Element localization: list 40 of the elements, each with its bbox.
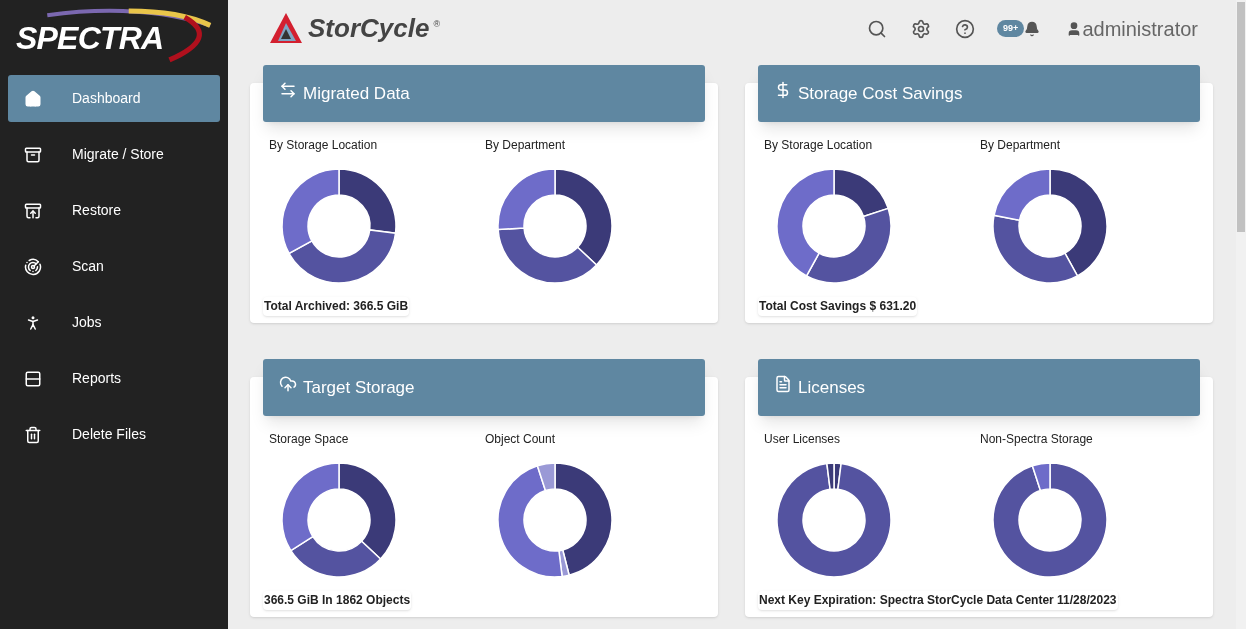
card-title: Migrated Data [303, 82, 410, 105]
settings-icon[interactable] [911, 18, 932, 39]
help-icon[interactable] [955, 18, 976, 39]
nav-item[interactable]: Dashboard [8, 75, 220, 122]
notification-badge: 99+ [997, 19, 1025, 38]
chart-label: By Department [485, 137, 567, 154]
nav-item[interactable]: Delete Files [8, 411, 220, 458]
chart-label: Non-Spectra Storage [980, 431, 1094, 448]
product-logo: StorCycle$^{®}$ [268, 9, 441, 48]
chart-label: By Department [980, 137, 1062, 154]
nav-item[interactable]: Restore [8, 187, 220, 234]
card-summary: Total Archived: 366.5 GiB [263, 297, 410, 316]
chart-label: By Storage Location [269, 137, 379, 154]
user-name[interactable]: administrator [1082, 13, 1198, 44]
document-icon [774, 374, 792, 393]
chart-label: Storage Space [269, 431, 350, 448]
cloud-upload-icon [279, 374, 297, 393]
arrows-icon [279, 80, 297, 99]
card-summary: Total Cost Savings $ 631.20 [758, 297, 918, 316]
archive-icon [24, 145, 42, 164]
nav-item[interactable]: Migrate / Store [8, 131, 220, 178]
card-title: Storage Cost Savings [798, 82, 963, 105]
chart-label: Object Count [485, 431, 557, 448]
rows-icon [24, 369, 42, 388]
card-summary: 366.5 GiB In 1862 Objects [263, 591, 412, 610]
bell-icon[interactable] [1024, 20, 1041, 37]
card-summary: Next Key Expiration: Spectra StorCycle Data Center 11/28/2023 [758, 591, 1118, 610]
search-icon[interactable] [867, 18, 888, 39]
card-title: Licenses [798, 376, 866, 399]
nav-item[interactable]: Reports [8, 355, 220, 402]
chart-label: By Storage Location [764, 137, 874, 154]
chart-label: User Licenses [764, 431, 842, 448]
nav-item[interactable]: Jobs [8, 299, 220, 346]
nav-item[interactable]: Scan [8, 243, 220, 290]
radar-icon [24, 257, 42, 276]
logo: SPECTRA [16, 7, 216, 63]
card-title: Target Storage [303, 376, 415, 399]
archive-icon [24, 201, 42, 220]
trash-icon [24, 425, 42, 444]
home-icon [24, 89, 42, 108]
